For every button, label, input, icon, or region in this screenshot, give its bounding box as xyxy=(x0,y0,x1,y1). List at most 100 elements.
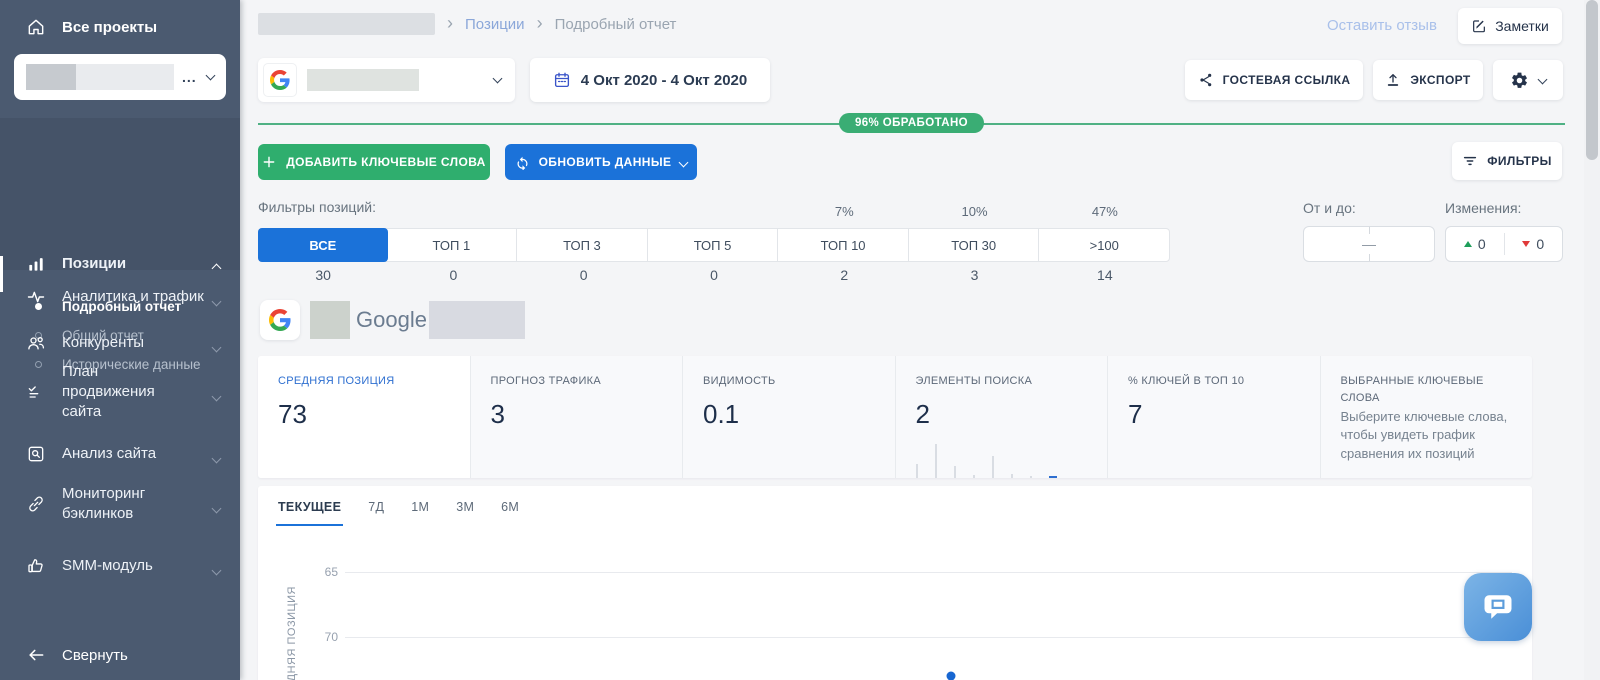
google-logo-icon xyxy=(263,63,297,97)
project-selector[interactable]: ... xyxy=(14,54,226,100)
filters-button[interactable]: ФИЛЬТРЫ xyxy=(1452,142,1562,180)
tab-current[interactable]: ТЕКУЩЕЕ xyxy=(278,500,341,520)
sidebar-item-promotion-plan[interactable]: План продвижения сайта xyxy=(0,370,240,414)
sidebar: Все проекты ... Позиции Подробный отчет xyxy=(0,0,240,680)
engine-region-redacted xyxy=(429,301,525,339)
breadcrumb-project-redacted xyxy=(258,13,435,35)
tab-top1[interactable]: ТОП 1 xyxy=(387,229,518,261)
gridline xyxy=(345,572,1512,573)
tab-1m[interactable]: 1М xyxy=(411,500,429,520)
home-icon xyxy=(26,17,46,37)
refresh-icon xyxy=(515,155,530,170)
tab-6m[interactable]: 6М xyxy=(501,500,519,520)
export-button[interactable]: ЭКСПОРТ xyxy=(1373,60,1483,100)
all-projects-label: Все проекты xyxy=(62,19,157,36)
tab-top10[interactable]: ТОП 10 xyxy=(778,229,909,261)
plus-icon xyxy=(262,155,276,169)
sidebar-item-analytics-traffic[interactable]: Аналитика и трафик xyxy=(0,285,240,309)
chart-period-tabs: ТЕКУЩЕЕ 7Д 1М 3М 6М xyxy=(278,500,519,520)
count-top3: 0 xyxy=(519,267,649,283)
refresh-data-button[interactable]: ОБНОВИТЬ ДАННЫЕ xyxy=(505,144,697,180)
sidebar-item-smm-module[interactable]: SMM-модуль xyxy=(0,554,240,578)
live-chat-button[interactable] xyxy=(1464,573,1532,641)
changes-label: Изменения: xyxy=(1445,200,1521,216)
chevron-down-icon xyxy=(212,297,222,307)
checklist-icon xyxy=(26,382,46,402)
app-window: Все проекты ... Позиции Подробный отчет xyxy=(0,0,1600,680)
tab-over100[interactable]: >100 xyxy=(1039,229,1169,261)
gridline xyxy=(345,637,1512,638)
sidebar-item-backlink-monitoring[interactable]: Мониторинг бэклинков xyxy=(0,482,240,526)
chevron-down-icon xyxy=(212,343,222,353)
metric-card-selected-keywords[interactable]: ВЫБРАННЫЕ КЛЮЧЕВЫЕ СЛОВА Выберите ключев… xyxy=(1320,356,1533,478)
metric-card-keys-in-top10[interactable]: % КЛЮЧЕЙ В ТОП 10 7 xyxy=(1107,356,1320,478)
triangle-down-icon xyxy=(1522,241,1530,247)
filter-lines-icon xyxy=(1462,153,1478,169)
filter-counts-row: 30 0 0 0 2 3 14 xyxy=(258,267,1170,283)
page-scrollbar xyxy=(1584,0,1600,680)
project-domain-redacted xyxy=(76,64,174,90)
metric-card-visibility[interactable]: ВИДИМОСТЬ 0.1 xyxy=(682,356,895,478)
collapse-sidebar-button[interactable]: Свернуть xyxy=(0,640,240,670)
google-section-header: Google xyxy=(260,300,525,340)
count-top30: 3 xyxy=(909,267,1039,283)
share-icon xyxy=(1198,72,1214,88)
tab-7d[interactable]: 7Д xyxy=(368,500,384,520)
breadcrumb-separator: › xyxy=(537,14,543,32)
sidebar-item-positions[interactable]: Позиции xyxy=(0,246,240,282)
tab-all[interactable]: ВСЕ xyxy=(258,228,388,262)
tab-top30[interactable]: ТОП 30 xyxy=(909,229,1040,261)
position-range-input[interactable]: — xyxy=(1303,226,1435,262)
note-edit-icon xyxy=(1471,18,1487,34)
date-range-picker[interactable]: 4 Окт 2020 - 4 Окт 2020 xyxy=(530,58,770,102)
breadcrumb-positions-link[interactable]: Позиции xyxy=(465,16,525,33)
sidebar-item-competitors[interactable]: Конкуренты xyxy=(0,331,240,355)
chevron-down-icon xyxy=(212,392,222,402)
notes-button[interactable]: Заметки xyxy=(1458,8,1562,44)
count-top5: 0 xyxy=(649,267,779,283)
chevron-down-icon xyxy=(212,504,222,514)
sidebar-item-site-audit[interactable]: Анализ сайта xyxy=(0,442,240,466)
site-search-icon xyxy=(26,444,46,464)
tab-top5[interactable]: ТОП 5 xyxy=(648,229,779,261)
breadcrumb-separator: › xyxy=(447,14,453,32)
chat-icon xyxy=(1480,589,1516,625)
breadcrumb-current-page: Подробный отчет xyxy=(555,16,677,33)
metric-card-traffic-forecast[interactable]: ПРОГНОЗ ТРАФИКА 3 xyxy=(470,356,683,478)
add-keywords-button[interactable]: ДОБАВИТЬ КЛЮЧЕВЫЕ СЛОВА xyxy=(258,144,490,180)
people-icon xyxy=(26,333,46,353)
settings-button[interactable] xyxy=(1493,60,1563,100)
guest-link-button[interactable]: ГОСТЕВАЯ ССЫЛКА xyxy=(1185,60,1363,100)
engine-name-redacted xyxy=(307,69,419,91)
calendar-icon xyxy=(553,71,571,89)
chevron-up-icon xyxy=(212,264,222,274)
bullet-icon xyxy=(35,361,42,368)
pulse-icon xyxy=(26,287,46,307)
chart-data-point xyxy=(947,672,956,680)
engine-name: Google xyxy=(356,307,427,333)
top30-percent: 10% xyxy=(909,204,1039,219)
metric-card-serp-features[interactable]: ЭЛЕМЕНТЫ ПОИСКА 2 xyxy=(895,356,1108,478)
tab-3m[interactable]: 3М xyxy=(456,500,474,520)
metric-card-average-position[interactable]: СРЕДНЯЯ ПОЗИЦИЯ 73 xyxy=(258,356,470,478)
search-engine-selector[interactable] xyxy=(258,58,515,102)
arrow-left-icon xyxy=(26,645,46,665)
leave-feedback-link[interactable]: Оставить отзыв xyxy=(1327,17,1437,34)
positions-label: Позиции xyxy=(62,254,126,274)
tab-top3[interactable]: ТОП 3 xyxy=(517,229,648,261)
google-logo-icon xyxy=(260,300,300,340)
main-content: › Позиции › Подробный отчет Оставить отз… xyxy=(240,0,1584,680)
positions-chart-icon xyxy=(26,254,46,274)
changes-down-filter[interactable]: 0 xyxy=(1504,233,1563,255)
breadcrumb: › Позиции › Подробный отчет xyxy=(258,13,676,35)
positions-nav-group: Позиции Подробный отчет Общий отчет Исто… xyxy=(0,118,240,270)
over100-percent: 47% xyxy=(1040,204,1170,219)
chevron-down-icon xyxy=(212,454,222,464)
sidebar-item-all-projects[interactable]: Все проекты xyxy=(0,12,240,42)
changes-up-filter[interactable]: 0 xyxy=(1446,236,1504,252)
count-all: 30 xyxy=(258,267,388,283)
project-name-redacted xyxy=(26,64,76,90)
scrollbar-thumb[interactable] xyxy=(1586,0,1598,160)
changes-filter: 0 0 xyxy=(1445,226,1563,262)
processing-progress-badge: 96% ОБРАБОТАНО xyxy=(258,113,1565,133)
